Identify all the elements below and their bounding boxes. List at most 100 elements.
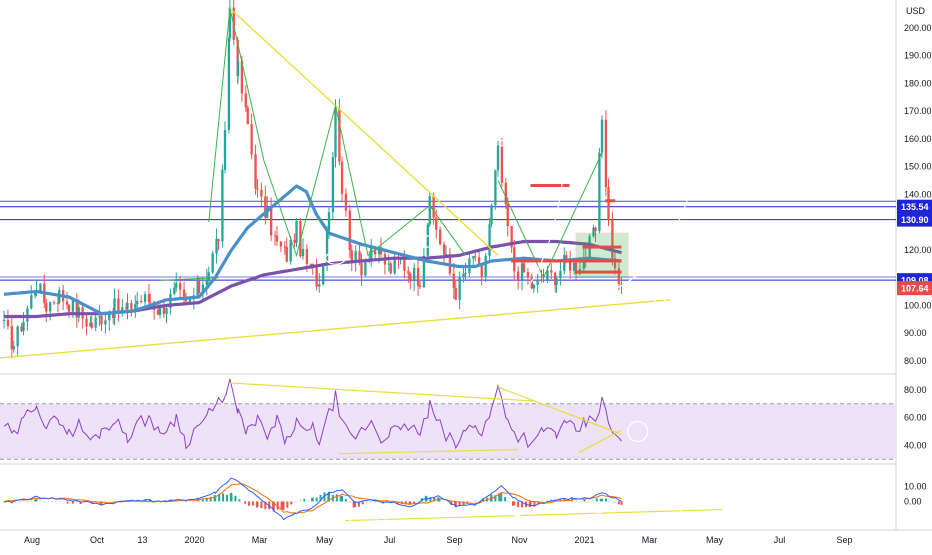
trendline [0,299,671,359]
candle-body [331,157,335,213]
macd-histogram-bar [286,501,289,508]
resistance-marker [605,199,616,203]
annotation-text: RSI Divergence. Pullback [452,116,572,127]
chart-container[interactable]: 80.0090.00100.00110.00120.00130.00140.00… [0,0,932,550]
macd-histogram-bar [295,501,298,503]
candle-body [407,270,410,274]
macd-histogram-bar [335,494,338,502]
macd-histogram-bar [374,501,377,503]
macd-histogram-bar [256,501,259,507]
candle-body [175,283,178,288]
y-tick-label: 120.00 [904,245,932,255]
candle-body [315,266,318,287]
candle-body [2,320,6,322]
candle-body [48,302,52,312]
annotation-text: still being held from last summer [298,335,424,351]
currency-label: USD [906,6,926,16]
x-tick-label: 13 [137,535,147,545]
macd-histogram-bar [43,501,46,503]
y-tick-label: 180.00 [904,78,932,88]
candle-body [321,263,325,285]
candle-body [250,124,253,155]
candle-body [484,255,487,277]
x-tick-label: Sep [836,535,852,545]
y-tick-label: 160.00 [904,134,932,144]
macd-histogram-bar [315,497,318,502]
annotation-text: Incoming. VVIX not buying [452,127,579,138]
candle-body [516,271,520,280]
candle-body [555,278,558,285]
x-tick-label: Mar [252,535,268,545]
candle-body [52,302,56,304]
candle-body [435,217,438,230]
candle-body [403,259,406,271]
macd-histogram-bar [201,499,204,502]
macd-histogram-bar [14,501,17,503]
macd-histogram-bar [575,500,578,502]
macd-trendline [345,508,723,522]
candle-body [162,307,166,315]
candle-body [301,249,305,257]
candle-body [348,210,351,251]
candle-body [158,307,162,315]
macd-histogram-bar [348,501,351,504]
candle-body [393,258,396,274]
candle-body [542,279,545,281]
macd-histogram-bar [133,501,135,503]
candle-body [416,267,420,286]
rsi-trendline [229,382,534,402]
candle-body [254,154,257,189]
x-tick-label: May [316,535,334,545]
candle-body [136,300,139,305]
candle-body [94,317,97,328]
macd-histogram-bar [230,493,233,502]
candle-body [360,262,363,276]
y-tick-label: 200.00 [904,23,932,33]
candle-body [452,273,455,288]
candle-body [565,255,568,259]
candle-body [100,316,103,325]
macd-histogram-bar [608,501,611,503]
trading-chart[interactable]: 80.0090.00100.00110.00120.00130.00140.00… [0,0,932,550]
candle-body [260,189,263,197]
candle-body [458,276,461,300]
candle-body [90,322,93,328]
candle-body [500,145,504,183]
x-tick-label: May [706,535,724,545]
macd-histogram-bar [234,495,237,502]
candle-body [149,301,152,303]
macd-histogram-bar [62,501,65,503]
candle-body [464,273,467,275]
candle-body [526,271,530,277]
candle-body [604,119,608,188]
candle-body [506,204,509,226]
candle-body [432,196,435,218]
macd-histogram-bar [311,497,314,502]
macd-histogram-bar [614,501,616,503]
y-tick-label: 140.00 [904,189,932,199]
candle-body [504,182,507,205]
candle-body [418,285,422,287]
candle-body [536,279,539,285]
candle-body [244,93,247,108]
x-tick-label: 2020 [184,535,204,545]
highlight-circle [511,507,524,517]
macd-histogram-bar [370,501,373,503]
candle-body [494,170,497,206]
sma-line [4,239,622,319]
x-tick-label: Oct [90,535,105,545]
price-level-label: 130.90 [901,215,929,225]
macd-histogram-bar [517,501,520,508]
macd-histogram-bar [192,500,195,502]
candle-body [607,187,610,220]
macd-histogram-bar [68,501,70,503]
candle-body [532,284,535,289]
candle-body [490,205,493,225]
zigzag-drawing [208,8,466,258]
candle-body [462,273,465,277]
candle-body [126,303,129,309]
y-tick-label: 90.00 [904,328,927,338]
macd-histogram-bar [474,501,477,503]
candle-body [211,253,214,273]
macd-histogram-bar [71,501,74,504]
